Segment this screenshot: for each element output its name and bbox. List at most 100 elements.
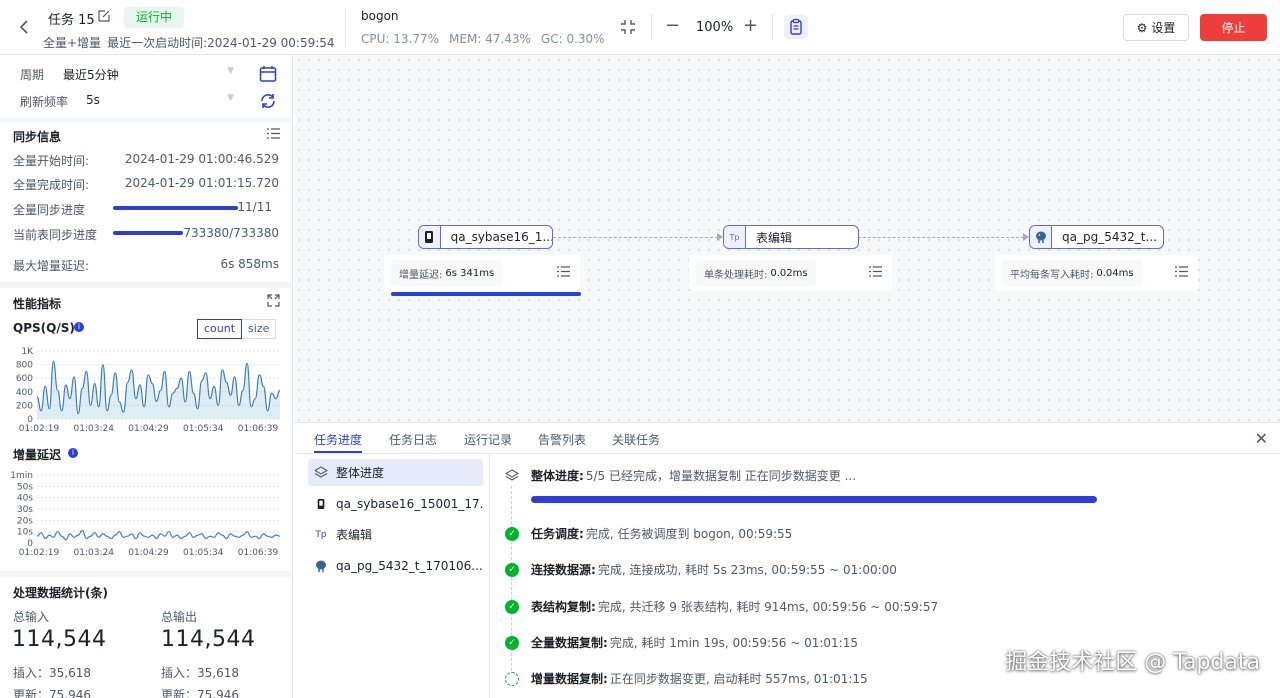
sybase-db-icon (419, 226, 441, 248)
list-icon[interactable] (557, 266, 570, 277)
list-icon[interactable] (869, 266, 882, 277)
update-out: 更新：75,946 (161, 688, 239, 698)
status-badge: 运行中 (124, 7, 185, 28)
list-icon[interactable] (1175, 266, 1188, 277)
back-arrow-icon[interactable] (16, 18, 34, 36)
list-icon[interactable] (267, 128, 280, 142)
refresh-select[interactable]: 5s ▼ (86, 93, 238, 107)
refresh-icon[interactable] (259, 92, 277, 113)
info-icon[interactable]: i (68, 448, 78, 458)
loading-icon (505, 671, 519, 686)
edit-icon[interactable] (97, 9, 111, 23)
tab-records[interactable]: 运行记录 (464, 431, 512, 448)
sync-mode: 全量+增量 (43, 36, 102, 50)
last-start-value: 2024-01-29 00:59:54 (207, 36, 335, 50)
target-node[interactable]: qa_pg_5432_t... (1029, 225, 1164, 249)
full-end-value: 2024-01-29 01:01:15.720 (124, 176, 279, 190)
settings-label: 设置 (1151, 21, 1176, 35)
metric-label: 单条处理耗时: (704, 269, 768, 281)
list-item-label: 整体进度 (336, 466, 385, 480)
step-desc: 完成, 连接成功, 耗时 5s 23ms, 00:59:55 ~ 01:00:0… (597, 563, 897, 577)
x-tick-label: 01:04:29 (128, 548, 169, 558)
postgres-icon (1030, 226, 1052, 248)
close-icon[interactable]: ✕ (1255, 429, 1268, 448)
target-metric-card: 平均每条写入耗时: 0.04ms (995, 255, 1198, 291)
list-item[interactable]: Tp 表编辑 (308, 521, 483, 548)
progress-fill (531, 496, 1097, 503)
table-progress-value: 733380/733380 (183, 226, 279, 240)
step-title: 全量数据复制: (531, 636, 608, 650)
metric-label: 增量延迟: (399, 269, 443, 281)
total-out-label: 总输出 (161, 610, 198, 624)
dag-canvas[interactable]: qa_sybase16_1... 增量延迟: 6s 341ms Tp 表编辑 单条… (294, 55, 1280, 422)
delay-chart: 1min50s40s30s20s10s001:02:19 01:03:24 01:0… (10, 471, 281, 558)
step-item: ✓ 连接数据源: 完成, 连接成功, 耗时 5s 23ms, 00:59:55 ~… (505, 561, 897, 578)
x-tick-label: 01:06:39 (238, 424, 279, 434)
progress-fill (113, 206, 238, 210)
tab-progress[interactable]: 任务进度 (314, 431, 362, 448)
stats-title: 处理数据统计(条) (13, 586, 108, 600)
y-tick-label: 50s (17, 482, 33, 492)
count-toggle[interactable]: count (197, 319, 243, 339)
table-edit-icon: Tp (315, 529, 327, 540)
refresh-value: 5s (86, 93, 100, 107)
info-icon[interactable]: i (74, 322, 84, 332)
total-out-value: 114,544 (161, 627, 256, 652)
metric-value: 6s 341ms (445, 267, 495, 279)
stop-button[interactable]: 停止 (1200, 14, 1267, 41)
step-item: ✓ 任务调度: 完成, 任务被调度到 bogon, 00:59:55 (505, 525, 792, 542)
max-delay-value: 6s 858ms (220, 257, 279, 271)
y-tick-label: 10s (17, 528, 33, 538)
check-circle-icon: ✓ (505, 526, 519, 541)
sync-info-title: 同步信息 (13, 130, 62, 144)
y-tick-label: 400 (16, 388, 33, 398)
full-progress-label: 全量同步进度 (13, 203, 86, 217)
insert-out: 插入：35,618 (161, 666, 239, 680)
divider (651, 14, 652, 40)
zoom-out-button[interactable]: − (665, 16, 680, 36)
source-progress-bar (391, 292, 581, 296)
gear-icon: ⚙ (1136, 20, 1148, 35)
tab-related[interactable]: 关联任务 (612, 431, 660, 448)
metric-value: 0.02ms (770, 267, 808, 279)
y-tick-label: 600 (16, 374, 33, 384)
y-tick-label: 40s (17, 494, 33, 504)
sybase-db-icon (314, 497, 328, 511)
list-item-label: qa_pg_5432_t_170106... (336, 558, 483, 573)
tab-alerts[interactable]: 告警列表 (538, 431, 586, 448)
full-start-label: 全量开始时间: (13, 154, 90, 168)
fit-view-icon[interactable] (620, 19, 636, 35)
refresh-label: 刷新频率 (20, 95, 69, 109)
processor-node[interactable]: Tp 表编辑 (723, 225, 859, 249)
period-label: 周期 (20, 68, 45, 82)
expand-icon[interactable] (267, 294, 280, 310)
calendar-icon[interactable] (259, 65, 277, 86)
size-toggle[interactable]: size (242, 319, 277, 339)
zoom-in-button[interactable]: + (743, 16, 758, 36)
period-select[interactable]: 最近5分钟 ▼ (63, 66, 238, 83)
zoom-level: 100% (696, 20, 734, 35)
source-node[interactable]: qa_sybase16_1... (418, 225, 553, 249)
clipboard-icon[interactable] (784, 15, 808, 39)
step-title: 表结构复制: (531, 600, 596, 614)
qps-title: QPS(Q/S) (13, 321, 75, 335)
table-edit-icon: Tp (724, 226, 746, 248)
overall-desc: 5/5 已经完成，增量数据复制 正在同步数据变更 ... (585, 469, 857, 483)
task-subtitle: 全量+增量 最近一次启动时间:2024-01-29 00:59:54 (43, 34, 335, 51)
left-panel: 周期 最近5分钟 ▼ 刷新频率 5s ▼ 同步信息 全量开始时间: 2024-0… (0, 55, 293, 698)
task-title: 任务 15 (48, 13, 95, 28)
step-desc: 完成, 共迁移 9 张表结构, 耗时 914ms, 00:59:56 ~ 00:… (597, 600, 939, 614)
step-desc: 正在同步数据变更, 启动耗时 557ms, 01:01:15 (609, 672, 868, 686)
check-circle-icon: ✓ (505, 635, 519, 650)
list-item[interactable]: qa_sybase16_15001_17... (308, 490, 483, 517)
source-metric-card: 增量延迟: 6s 341ms (384, 255, 580, 291)
list-item[interactable]: qa_pg_5432_t_170106... (308, 552, 483, 579)
tab-log[interactable]: 任务日志 (389, 431, 437, 448)
step-title: 增量数据复制: (531, 672, 608, 686)
list-item[interactable]: 整体进度 (308, 459, 483, 486)
x-tick-label: 01:05:34 (183, 548, 224, 558)
y-tick-label: 1min (10, 471, 33, 481)
x-tick-label: 01:05:34 (183, 424, 224, 434)
settings-button[interactable]: ⚙ 设置 (1123, 14, 1189, 41)
perf-title: 性能指标 (13, 297, 62, 311)
